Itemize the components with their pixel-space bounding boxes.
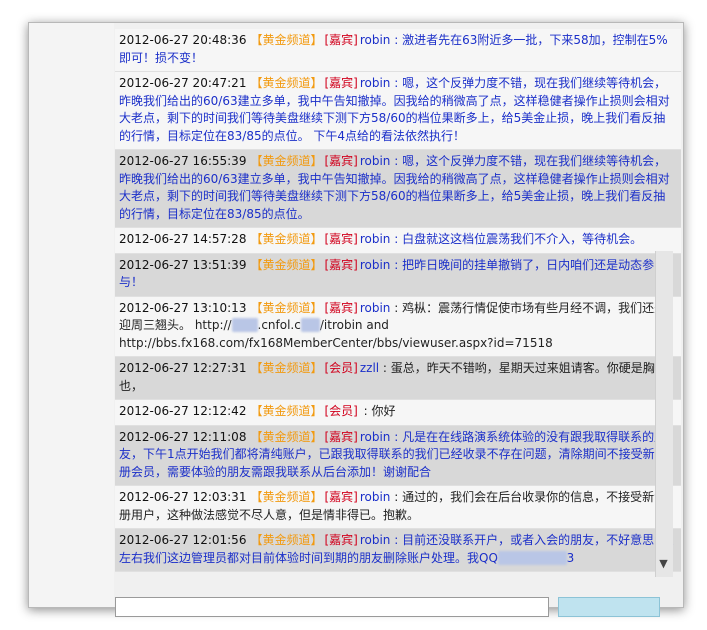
timestamp: 2012-06-27 20:48:36 <box>119 33 247 47</box>
timestamp: 2012-06-27 13:10:13 <box>119 300 247 315</box>
channel-tag: 【黄金频道】 <box>250 33 323 47</box>
message-text: : 白盘就这这档位震荡我们不介入，等待机会。 <box>390 232 643 246</box>
chat-window: 2012-06-27 20:48:36 【黄金频道】 [嘉宾] robin : 激进者… <box>28 22 684 617</box>
username[interactable]: robin <box>360 33 391 47</box>
timestamp: 2012-06-27 13:51:39 <box>119 257 247 272</box>
left-pane <box>29 23 114 607</box>
vertical-scrollbar[interactable] <box>655 251 673 577</box>
username[interactable]: zzll <box>360 361 379 375</box>
chat-message: 2012-06-27 16:55:39 【黄金频道】 [嘉宾] robin : 嗯，这… <box>115 150 681 228</box>
chat-message: 2012-06-27 13:10:13 【黄金频道】 [嘉宾] robin : 鸡枞：… <box>115 296 681 357</box>
message-input[interactable] <box>115 597 549 617</box>
role-tag: [会员] <box>324 404 358 418</box>
send-button[interactable] <box>558 597 660 617</box>
role-tag: [嘉宾] <box>324 232 358 246</box>
chat-message: 2012-06-27 14:57:28 【黄金频道】 [嘉宾] robin : 白盘就… <box>115 228 681 254</box>
username[interactable]: robin <box>360 490 391 504</box>
chat-log[interactable]: 2012-06-27 20:48:36 【黄金频道】 [嘉宾] robin : 激进者… <box>115 29 681 597</box>
timestamp: 2012-06-27 20:47:21 <box>119 76 247 90</box>
channel-tag: 【黄金频道】 <box>250 490 323 504</box>
timestamp: 2012-06-27 12:01:56 <box>119 533 247 547</box>
role-tag: [嘉宾] <box>324 76 358 90</box>
role-tag: [嘉宾] <box>324 33 358 47</box>
channel-tag: 【黄金频道】 <box>250 300 323 315</box>
username[interactable]: robin <box>360 154 391 168</box>
qq-tail: 3 <box>566 550 575 565</box>
role-tag: [嘉宾] <box>324 490 358 504</box>
chat-message: 2012-06-27 13:51:39 【黄金频道】 [嘉宾] robin : 把昨日… <box>115 253 681 297</box>
channel-tag: 【黄金频道】 <box>250 361 323 375</box>
timestamp: 2012-06-27 12:27:31 <box>119 361 247 375</box>
channel-tag: 【黄金频道】 <box>250 232 323 246</box>
chat-message: 2012-06-27 12:27:31 【黄金频道】 [会员] zzll : 蛋总，昨… <box>115 357 681 400</box>
redacted-text: om <box>300 318 320 332</box>
channel-tag: 【黄金频道】 <box>250 404 323 418</box>
chevron-down-icon[interactable]: ▼ <box>655 555 672 572</box>
timestamp: 2012-06-27 12:03:31 <box>119 490 247 504</box>
role-tag: [嘉宾] <box>324 429 358 444</box>
channel-tag: 【黄金频道】 <box>250 154 323 168</box>
role-tag: [嘉宾] <box>324 257 358 272</box>
chat-message: 2012-06-27 12:01:56 【黄金频道】 [嘉宾] robin : 目前还… <box>115 529 681 572</box>
timestamp: 2012-06-27 14:57:28 <box>119 232 247 246</box>
chat-message: 2012-06-27 20:48:36 【黄金频道】 [嘉宾] robin : 激进者… <box>115 29 681 72</box>
username[interactable]: robin <box>360 76 391 90</box>
role-tag: [嘉宾] <box>324 154 358 168</box>
username[interactable]: robin <box>360 258 391 272</box>
channel-tag: 【黄金频道】 <box>250 257 323 272</box>
channel-tag: 【黄金频道】 <box>250 533 323 547</box>
role-tag: [会员] <box>324 361 358 375</box>
chat-message: 2012-06-27 20:47:21 【黄金频道】 [嘉宾] robin : 嗯，这… <box>115 72 681 150</box>
role-tag: [嘉宾] <box>324 300 358 315</box>
username[interactable]: robin <box>360 430 391 444</box>
message-text: : 你好 <box>359 404 396 418</box>
redacted-text: blog <box>231 318 258 332</box>
timestamp: 2012-06-27 12:12:42 <box>119 404 247 418</box>
role-tag: [嘉宾] <box>324 533 358 547</box>
username[interactable]: robin <box>360 232 391 246</box>
channel-tag: 【黄金频道】 <box>250 429 323 444</box>
chat-message: 2012-06-27 12:11:08 【黄金频道】 [嘉宾] robin : 凡是在… <box>115 425 681 486</box>
channel-tag: 【黄金频道】 <box>250 76 323 90</box>
username[interactable]: robin <box>360 301 391 315</box>
redacted-qq: 000000000 <box>497 550 567 565</box>
timestamp: 2012-06-27 16:55:39 <box>119 154 247 168</box>
message-link-part[interactable]: .cnfol.c <box>258 318 301 332</box>
timestamp: 2012-06-27 12:11:08 <box>119 429 247 444</box>
chat-message: 2012-06-27 12:12:42 【黄金频道】 [会员] : 你好 <box>115 400 681 426</box>
chat-message: 2012-06-27 12:03:31 【黄金频道】 [嘉宾] robin : 通过的… <box>115 486 681 529</box>
username[interactable]: robin <box>360 533 391 547</box>
